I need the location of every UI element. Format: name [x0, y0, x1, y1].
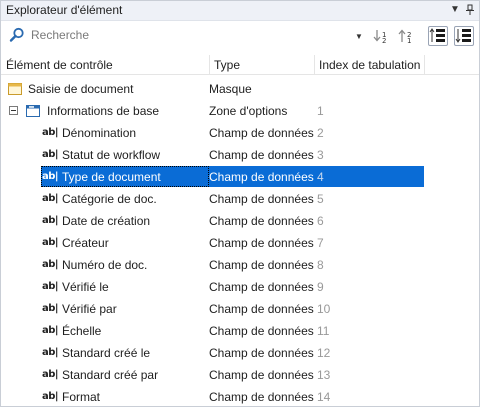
expand-all-icon[interactable] [428, 26, 448, 46]
tree-row-field[interactable]: ab| Vérifié le Champ de données 9 [1, 276, 479, 298]
row-label: Vérifié par [62, 302, 117, 316]
search-input[interactable] [31, 26, 311, 44]
column-header: Élément de contrôle Type Index de tabula… [1, 55, 479, 75]
row-type: Zone d'options [209, 104, 288, 118]
row-type: Champ de données [209, 126, 314, 140]
tree-row-field[interactable]: ab| Statut de workflow Champ de données … [1, 144, 479, 166]
row-tab-index: 13 [317, 368, 331, 382]
row-tab-index: 14 [317, 390, 331, 404]
row-label: Échelle [62, 324, 102, 338]
search-dropdown-icon[interactable]: ▼ [354, 32, 364, 42]
row-label: Saisie de document [28, 82, 134, 96]
row-label: Standard créé le [62, 346, 151, 360]
row-tab-index: 1 [317, 104, 324, 118]
svg-text:1: 1 [407, 37, 411, 45]
row-type: Champ de données [209, 390, 314, 404]
move-up-icon[interactable]: 2 1 [397, 26, 417, 46]
tree-row-field[interactable]: ab| Vérifié par Champ de données 10 [1, 298, 479, 320]
row-tab-index [317, 78, 357, 100]
column-header-tab-index[interactable]: Index de tabulation [314, 55, 424, 75]
row-type: Masque [209, 82, 252, 96]
row-tab-index: 12 [317, 346, 331, 360]
move-down-icon[interactable]: 1 2 [372, 26, 392, 46]
row-type: Champ de données [209, 148, 314, 162]
tree-row-field[interactable]: ab| Dénomination Champ de données 2 [1, 122, 479, 144]
row-tab-index: 10 [317, 302, 331, 316]
row-label: Format [62, 390, 101, 404]
column-separator[interactable] [424, 55, 425, 75]
column-header-name[interactable]: Élément de contrôle [1, 55, 209, 75]
row-type: Champ de données [209, 192, 314, 206]
row-tab-index: 2 [317, 126, 324, 140]
row-tab-index: 3 [317, 148, 324, 162]
tree-row-field[interactable]: ab| Échelle Champ de données 11 [1, 320, 479, 342]
row-type: Champ de données [209, 280, 314, 294]
row-type: Champ de données [209, 214, 314, 228]
row-type: Champ de données [209, 368, 314, 382]
row-label: Date de création [62, 214, 151, 228]
row-label: Informations de base [47, 104, 160, 118]
tree-list: Saisie de document Masque Informations d… [1, 78, 479, 407]
tree-row-field[interactable]: ab| Standard créé par Champ de données 1… [1, 364, 479, 386]
search-box[interactable] [6, 24, 330, 46]
tree-row-field[interactable]: ab| Standard créé le Champ de données 12 [1, 342, 479, 364]
caret-down-icon[interactable]: ▼ [448, 2, 462, 18]
row-tab-index: 7 [317, 236, 324, 250]
row-label: Vérifié le [62, 280, 109, 294]
tree-row-field[interactable]: ab| Format Champ de données 14 [1, 386, 479, 407]
row-tab-index: 9 [317, 280, 324, 294]
collapse-all-icon[interactable] [454, 26, 474, 46]
row-tab-index: 6 [317, 214, 324, 228]
tree-row-field[interactable]: ab| Numéro de doc. Champ de données 8 [1, 254, 479, 276]
row-type: Champ de données [209, 302, 314, 316]
row-label: Créateur [62, 236, 109, 250]
row-type: Champ de données [209, 170, 314, 184]
row-type: Champ de données [209, 258, 314, 272]
tree-row-field[interactable]: ab| Créateur Champ de données 7 [1, 232, 479, 254]
column-header-type[interactable]: Type [209, 55, 317, 75]
element-explorer-panel: Explorateur d'élément ▼ ▼ 1 [0, 0, 480, 407]
tree-row-field[interactable]: ab| Catégorie de doc. Champ de données 5 [1, 188, 479, 210]
row-tab-index: 5 [317, 192, 324, 206]
tree-row-option-group[interactable]: Informations de base Zone d'options 1 [1, 100, 479, 122]
row-label: Type de document [62, 170, 161, 184]
search-icon [9, 27, 25, 43]
row-tab-index: 11 [317, 324, 330, 338]
row-label: Numéro de doc. [62, 258, 148, 272]
row-type: Champ de données [209, 236, 314, 250]
row-type: Champ de données [209, 324, 314, 338]
tree-row-field[interactable]: ab| Date de création Champ de données 6 [1, 210, 479, 232]
row-label: Dénomination [62, 126, 137, 140]
row-label: Standard créé par [62, 368, 159, 382]
row-label: Statut de workflow [62, 148, 161, 162]
svg-text:2: 2 [382, 37, 386, 45]
row-type: Champ de données [209, 346, 314, 360]
row-tab-index: 4 [317, 170, 324, 184]
row-tab-index: 8 [317, 258, 324, 272]
panel-title: Explorateur d'élément [6, 3, 123, 17]
row-label: Catégorie de doc. [62, 192, 157, 206]
pin-icon[interactable] [463, 2, 477, 18]
tree-row-field-selected[interactable]: ab| Type de document Champ de données 4 [1, 166, 479, 188]
panel-titlebar: Explorateur d'élément ▼ [1, 1, 479, 21]
tree-row-form[interactable]: Saisie de document Masque [1, 78, 479, 100]
